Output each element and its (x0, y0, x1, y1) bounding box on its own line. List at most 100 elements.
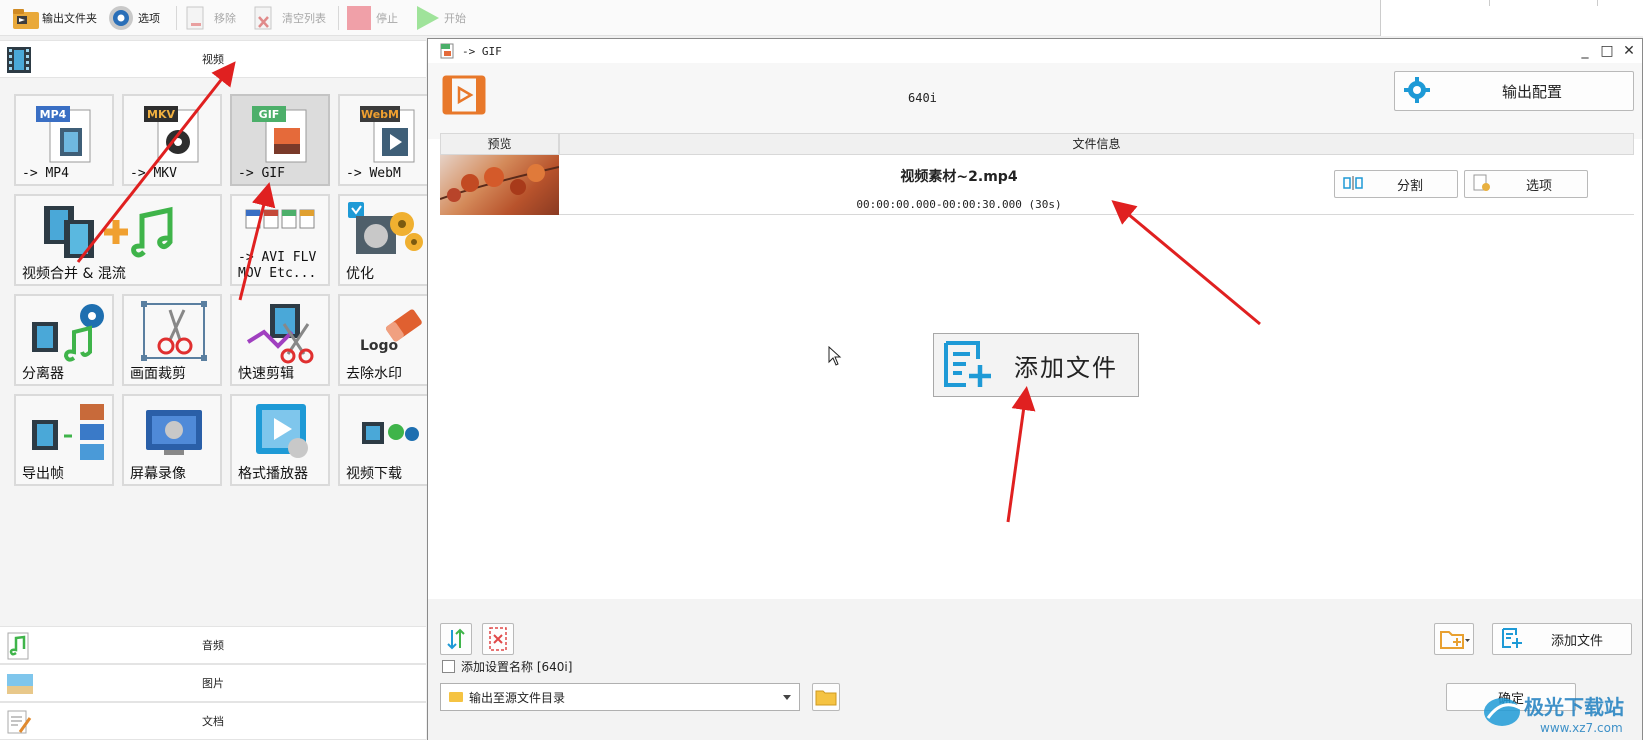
quick-cut-icon (244, 302, 320, 367)
site-watermark: 极光下载站 www.xz7.com (1480, 684, 1640, 740)
file-options-label: 选项 (1525, 178, 1552, 194)
minimize-icon[interactable]: _ (1574, 41, 1596, 61)
split-label: 分割 (1396, 178, 1423, 194)
category-panel: 视频 MP4 -> MP4 MKV -> MKV GIF -> GIF WebM… (0, 40, 438, 740)
tile-export-frames[interactable]: 导出帧 (14, 394, 114, 486)
tile-label: 去除水印 (346, 366, 402, 382)
category-video-label: 视频 (202, 53, 224, 66)
toolbar-divider (338, 6, 339, 30)
category-image-header[interactable]: 图片 (0, 664, 426, 702)
start-label: 开始 (444, 12, 466, 25)
clear-list-button[interactable]: 清空列表 (252, 4, 326, 32)
tile-to-mkv[interactable]: MKV -> MKV (122, 94, 222, 186)
add-file-button[interactable]: 添加文件 (1492, 623, 1632, 655)
video-preset-icon (442, 75, 486, 118)
music-note-icon (6, 632, 32, 660)
tile-to-avi-flv-mov[interactable]: -> AVI FLV MOV Etc... (230, 194, 330, 286)
add-file-icon (1501, 627, 1523, 652)
split-button[interactable]: 分割 (1334, 170, 1458, 198)
remove-file-button[interactable] (482, 623, 514, 655)
eraser-icon: Logo (358, 302, 424, 367)
category-document-header[interactable]: 文档 (0, 702, 426, 740)
document-pen-icon (6, 708, 32, 736)
close-icon[interactable]: ✕ (1618, 41, 1640, 61)
tile-label: -> MP4 (22, 166, 69, 181)
player-icon (252, 402, 312, 463)
tile-label: 分离器 (22, 366, 64, 382)
tile-remove-watermark[interactable]: Logo 去除水印 (338, 294, 438, 386)
browse-folder-button[interactable] (812, 683, 840, 711)
chevron-down-icon (783, 695, 791, 700)
preset-label: 640i (908, 91, 937, 105)
splitter-icon (30, 302, 110, 367)
tile-format-player[interactable]: 格式播放器 (230, 394, 330, 486)
optimize-gear-icon (346, 200, 430, 265)
film-icon (6, 46, 32, 74)
svg-text:GIF: GIF (259, 108, 280, 121)
category-audio-label: 音频 (202, 639, 224, 652)
tile-screen-record[interactable]: 屏幕录像 (122, 394, 222, 486)
app-root: 输出文件夹 选项 移除 清空列表 停止 开始 视频 MP4 -> MP4 MKV… (0, 0, 1643, 740)
tile-label: 优化 (346, 266, 374, 282)
tile-to-gif[interactable]: GIF -> GIF (230, 94, 330, 186)
category-image-label: 图片 (202, 677, 224, 690)
webm-file-icon: WebM (358, 104, 424, 169)
file-name: 视频素材~2.mp4 (900, 169, 1018, 185)
video-thumbnail (440, 155, 559, 215)
category-document-label: 文档 (202, 715, 224, 728)
maximize-icon[interactable]: □ (1596, 41, 1618, 61)
checkbox-box[interactable] (442, 660, 455, 673)
split-icon (1343, 175, 1363, 194)
add-file-center-button[interactable]: 添加文件 (933, 333, 1139, 397)
dialog-footer: 添加文件 添加设置名称 [640i] 输出至源文件目录 确定 (428, 599, 1642, 740)
merge-video-music-icon (42, 202, 202, 267)
tile-optimize[interactable]: 优化 (338, 194, 438, 286)
tile-crop[interactable]: 画面裁剪 (122, 294, 222, 386)
add-file-icon (942, 339, 994, 392)
file-time-range: 00:00:00.000-00:00:30.000 (30s) (856, 198, 1062, 211)
category-audio-header[interactable]: 音频 (0, 626, 426, 664)
sort-button[interactable] (440, 623, 472, 655)
folder-icon (449, 692, 463, 702)
tile-label: 快速剪辑 (238, 366, 294, 382)
mouse-cursor-icon (828, 346, 842, 366)
stop-button[interactable]: 停止 (346, 4, 398, 32)
add-folder-button[interactable] (1434, 623, 1474, 655)
play-icon (414, 5, 440, 31)
tile-to-mp4[interactable]: MP4 -> MP4 (14, 94, 114, 186)
options-button[interactable]: 选项 (108, 4, 160, 32)
dialog-header: 640i 输出配置 (428, 63, 1642, 139)
clear-list-label: 清空列表 (282, 12, 326, 25)
tile-label: 导出帧 (22, 466, 64, 482)
watermark-url: www.xz7.com (1540, 721, 1623, 735)
folder-icon (12, 5, 39, 31)
output-dir-select[interactable]: 输出至源文件目录 (440, 683, 800, 711)
tile-splitter[interactable]: 分离器 (14, 294, 114, 386)
tile-video-download[interactable]: 视频下载 (338, 394, 438, 486)
add-setting-name-checkbox[interactable]: 添加设置名称 [640i] (442, 658, 572, 675)
remove-button[interactable]: 移除 (184, 4, 236, 32)
output-folder-button[interactable]: 输出文件夹 (12, 4, 97, 32)
stop-label: 停止 (376, 12, 398, 25)
column-header-file-info[interactable]: 文件信息 (559, 133, 1634, 155)
tile-video-merge[interactable]: 视频合并 & 混流 (14, 194, 222, 286)
column-header-preview[interactable]: 预览 (440, 133, 559, 155)
file-row[interactable]: 视频素材~2.mp4 00:00:00.000-00:00:30.000 (30… (440, 155, 1634, 215)
multi-format-icon (244, 208, 324, 235)
tile-quick-cut[interactable]: 快速剪辑 (230, 294, 330, 386)
start-button[interactable]: 开始 (414, 4, 466, 32)
tile-label: 画面裁剪 (130, 366, 186, 382)
watermark-logo-icon (1484, 698, 1520, 726)
add-folder-icon (1435, 631, 1473, 657)
export-frames-icon (30, 402, 110, 467)
mkv-file-icon: MKV (142, 104, 208, 169)
tile-to-webm[interactable]: WebM -> WebM (338, 94, 438, 186)
tile-label: 视频下载 (346, 466, 402, 482)
dialog-titlebar: -> GIF _ □ ✕ (428, 39, 1642, 63)
category-video-header[interactable]: 视频 (0, 40, 426, 78)
file-options-button[interactable]: 选项 (1464, 170, 1588, 198)
output-config-label: 输出配置 (1501, 82, 1562, 101)
sort-arrows-icon (441, 628, 471, 657)
svg-text:Logo: Logo (360, 338, 399, 354)
output-config-button[interactable]: 输出配置 (1394, 71, 1634, 111)
